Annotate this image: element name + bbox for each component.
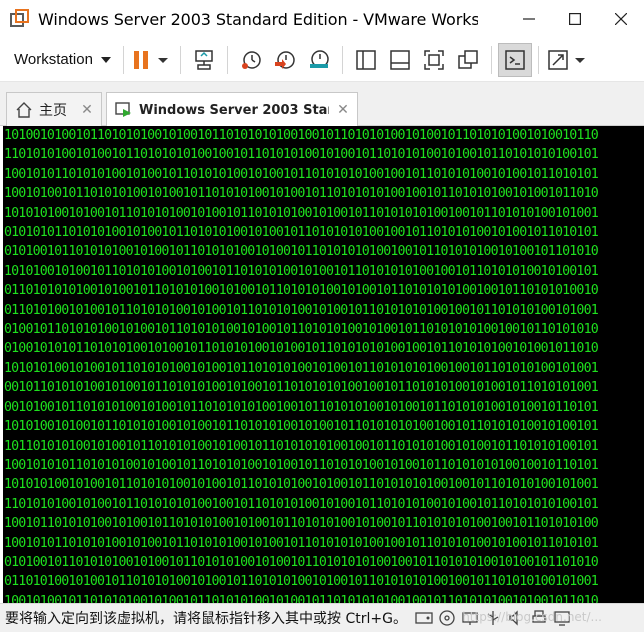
full-screen-button[interactable] bbox=[417, 43, 451, 77]
status-bar: 要将输入定向到该虚拟机，请将鼠标指针移入其中或按 Ctrl+G。 https:/… bbox=[0, 603, 644, 632]
pause-button[interactable] bbox=[130, 43, 174, 77]
tab-vm-label: Windows Server 2003 Stan... bbox=[139, 102, 329, 118]
unity-button[interactable] bbox=[451, 43, 485, 77]
tab-home[interactable]: 主页 ✕ bbox=[6, 92, 102, 126]
pause-icon bbox=[133, 50, 168, 69]
tab-home-close-icon[interactable]: ✕ bbox=[81, 102, 93, 118]
send-ctrl-alt-del-button[interactable] bbox=[187, 43, 221, 77]
console-terminal-icon bbox=[505, 49, 525, 70]
full-screen-icon bbox=[424, 49, 444, 70]
title-bar[interactable]: Windows Server 2003 Standard Edition - V… bbox=[0, 0, 644, 38]
main-toolbar: Workstation bbox=[0, 38, 644, 82]
hard-disk-icon[interactable] bbox=[413, 608, 435, 628]
snapshot-manager-button[interactable] bbox=[302, 43, 336, 77]
close-icon bbox=[615, 13, 627, 25]
vm-running-icon bbox=[115, 101, 133, 119]
show-thumbnail-bar-button[interactable] bbox=[383, 43, 417, 77]
network-computer-icon bbox=[195, 49, 213, 70]
maximize-button[interactable] bbox=[552, 0, 598, 38]
dropdown-caret-icon bbox=[100, 56, 111, 63]
show-library-button[interactable] bbox=[349, 43, 383, 77]
tab-bar: 主页 ✕ Windows Server 2003 Stan... ✕ bbox=[0, 82, 644, 127]
workstation-menu-label: Workstation bbox=[14, 51, 93, 68]
tab-home-label: 主页 bbox=[39, 102, 67, 119]
toolbar-separator bbox=[179, 45, 181, 74]
close-button[interactable] bbox=[598, 0, 644, 38]
take-snapshot-button[interactable] bbox=[234, 43, 268, 77]
toolbar-separator bbox=[490, 45, 492, 74]
watermark-text: https://blog.csdn.net/... bbox=[462, 610, 602, 624]
window-controls bbox=[506, 0, 644, 38]
console-binary-text: 1010010100101101010100101001011010101010… bbox=[4, 128, 599, 603]
tab-vm-close-icon[interactable]: ✕ bbox=[337, 102, 349, 118]
minimize-button[interactable] bbox=[506, 0, 552, 38]
unity-windows-icon bbox=[458, 49, 478, 69]
tab-windows-server-2003[interactable]: Windows Server 2003 Stan... ✕ bbox=[106, 92, 358, 127]
toolbar-separator bbox=[341, 45, 343, 74]
maximize-icon bbox=[569, 13, 581, 25]
revert-snapshot-icon bbox=[274, 50, 295, 69]
revert-snapshot-button[interactable] bbox=[268, 43, 302, 77]
vmware-app-icon bbox=[10, 9, 30, 29]
toolbar-separator bbox=[226, 45, 228, 74]
toolbar-separator bbox=[537, 45, 539, 74]
toolbar-separator bbox=[122, 45, 124, 74]
console-view-button[interactable] bbox=[497, 42, 532, 77]
home-icon bbox=[15, 101, 33, 119]
window-title: Windows Server 2003 Standard Edition - V… bbox=[38, 9, 478, 29]
library-panel-icon bbox=[356, 49, 376, 70]
thumbnail-bar-icon bbox=[390, 49, 410, 70]
status-message: 要将输入定向到该虚拟机，请将鼠标指针移入其中或按 Ctrl+G。 bbox=[5, 611, 407, 627]
snapshot-manager-icon bbox=[309, 49, 329, 68]
vm-console-screen[interactable]: 1010010100101101010100101001011010101010… bbox=[3, 126, 644, 603]
snapshot-clock-icon bbox=[241, 50, 261, 69]
stretch-view-icon bbox=[548, 49, 585, 70]
cd-dvd-icon[interactable] bbox=[436, 608, 458, 628]
stretch-guest-button[interactable] bbox=[545, 43, 589, 77]
minimize-icon bbox=[523, 18, 535, 20]
workstation-menu[interactable]: Workstation bbox=[8, 43, 117, 77]
